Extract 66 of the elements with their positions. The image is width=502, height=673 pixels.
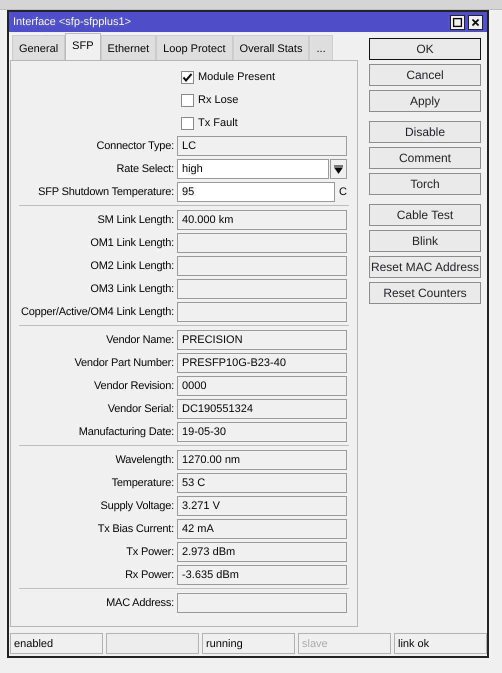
readonly-field: 3.271 V — [177, 496, 347, 516]
dialog-button[interactable]: Blink — [369, 230, 481, 252]
field-label: OM1 Link Length: — [89, 236, 175, 251]
checkbox-label: Tx Fault — [198, 116, 238, 131]
status-cell: slave — [298, 633, 391, 654]
readonly-field: 40.000 km — [177, 210, 347, 230]
field-label: SM Link Length: — [96, 212, 175, 228]
dialog-button[interactable]: Disable — [369, 121, 481, 143]
field-label: Vendor Name: — [105, 332, 175, 348]
dialog-button[interactable]: Cable Test — [369, 204, 481, 226]
checkbox[interactable] — [181, 70, 194, 84]
tab[interactable]: SFP — [65, 33, 101, 60]
maximize-icon[interactable] — [450, 14, 466, 30]
tab[interactable]: ... — [309, 35, 333, 60]
window-title: Interface <sfp-sfpplus1> — [13, 14, 132, 30]
field-label: MAC Address: — [105, 596, 175, 611]
field-label: Wavelength: — [114, 452, 175, 468]
readonly-field: 19-05-30 — [177, 422, 347, 442]
field-label: Tx Power: — [125, 544, 175, 560]
select-field[interactable]: high — [177, 159, 329, 179]
dialog-button[interactable]: OK — [369, 38, 481, 60]
input-field[interactable]: 95 — [177, 182, 335, 202]
field-label: Vendor Part Number: — [73, 356, 175, 371]
status-cell: link ok — [394, 633, 487, 654]
readonly-field: 2.973 dBm — [177, 542, 347, 562]
status-cell: enabled — [10, 633, 103, 654]
tab[interactable]: Ethernet — [100, 35, 156, 60]
dialog-button[interactable]: Apply — [369, 90, 481, 112]
field-label: Tx Bias Current: — [96, 522, 175, 537]
field-label: SFP Shutdown Temperature: — [37, 184, 175, 200]
dialog-button[interactable]: Reset MAC Address — [369, 256, 481, 278]
dialog-button[interactable]: Cancel — [369, 64, 481, 86]
field-label: Connector Type: — [95, 138, 175, 154]
dialog-button[interactable]: Reset Counters — [369, 282, 481, 304]
readonly-field: PRESFP10G-B23-40 — [177, 353, 347, 373]
checkbox-label: Module Present — [198, 70, 276, 85]
field-label: Manufacturing Date: — [78, 424, 175, 440]
readonly-field: LC — [177, 136, 347, 156]
readonly-field: 0000 — [177, 376, 347, 396]
checkbox[interactable] — [181, 94, 194, 106]
field-label: OM3 Link Length: — [89, 282, 175, 297]
checkbox-label: Rx Lose — [198, 92, 238, 108]
readonly-field: DC190551324 — [177, 399, 347, 419]
dialog-button[interactable]: Comment — [369, 147, 481, 169]
readonly-field: -3.635 dBm — [177, 565, 347, 585]
checkbox[interactable] — [181, 116, 194, 130]
tab[interactable]: General — [12, 35, 66, 60]
dialog-button[interactable]: Torch — [369, 173, 481, 195]
tab[interactable]: Overall Stats — [232, 35, 310, 60]
field-label: OM2 Link Length: — [89, 258, 175, 274]
unit-label: C — [339, 184, 347, 200]
field-label: Supply Voltage: — [100, 498, 175, 514]
field-label: Rx Power: — [124, 568, 175, 583]
field-label: Rate Select: — [115, 162, 175, 177]
readonly-field: 1270.00 nm — [177, 450, 347, 470]
close-icon[interactable] — [468, 14, 483, 30]
readonly-field: 53 C — [177, 473, 347, 493]
field-label: Vendor Serial: — [106, 402, 175, 417]
tab[interactable]: Loop Protect — [156, 35, 233, 60]
readonly-field: PRECISION — [177, 330, 347, 350]
dropdown-icon[interactable] — [330, 159, 347, 179]
field-label: Vendor Revision: — [93, 378, 175, 394]
field-label: Copper/Active/OM4 Link Length: — [20, 304, 175, 320]
readonly-field: 42 mA — [177, 519, 347, 539]
status-cell: running — [202, 633, 295, 654]
field-label: Temperature: — [110, 476, 175, 491]
